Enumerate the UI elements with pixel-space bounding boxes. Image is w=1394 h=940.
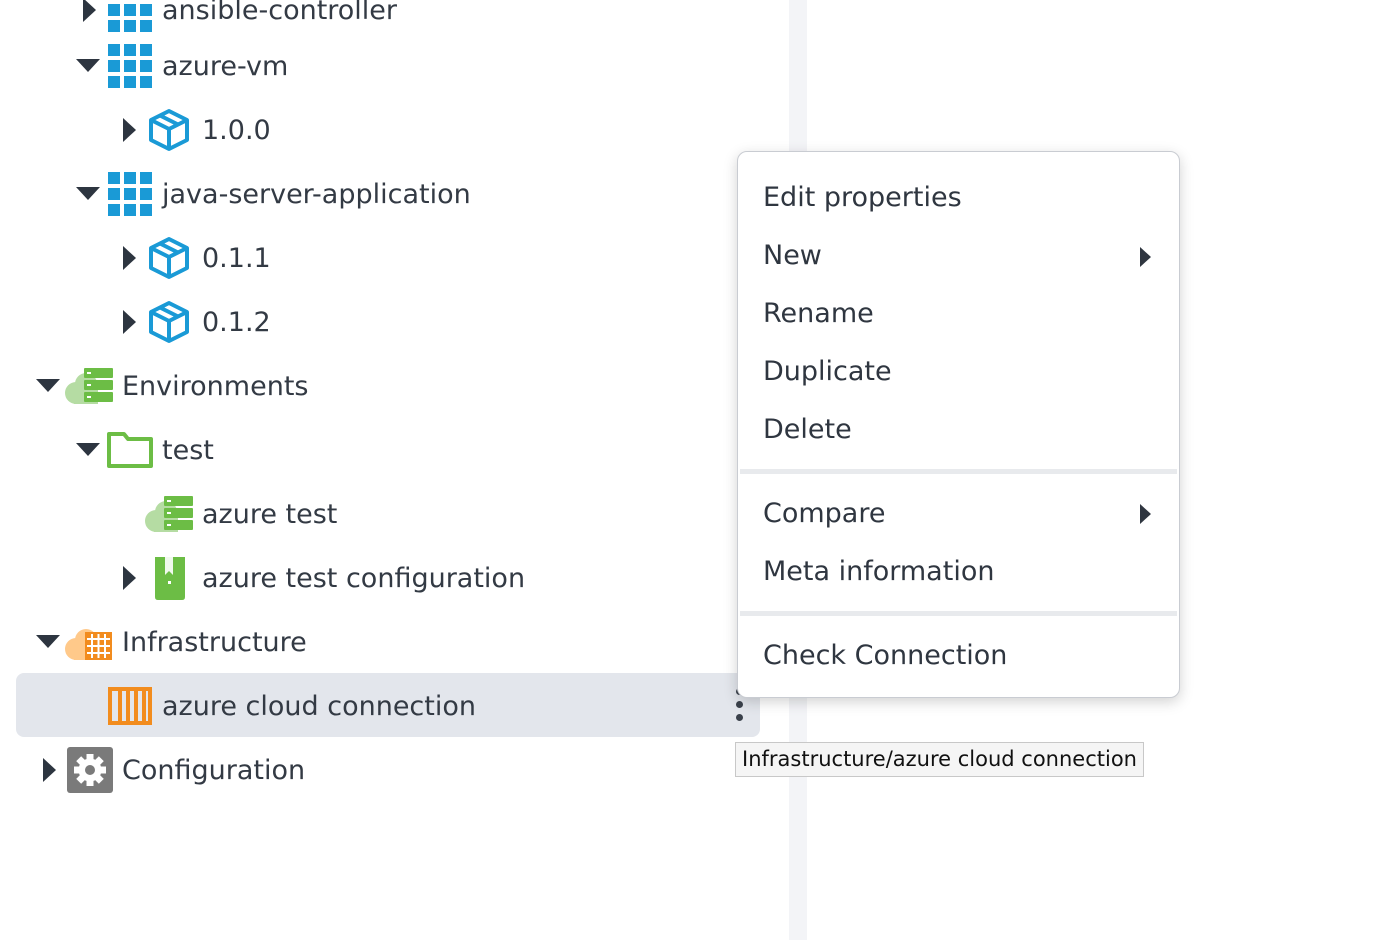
- expand-toggle[interactable]: [123, 246, 136, 270]
- context-menu: Edit properties New Rename Duplicate Del…: [737, 151, 1180, 698]
- menu-item-new[interactable]: New: [763, 240, 822, 271]
- tree-item-label: Environments: [122, 370, 309, 402]
- package-icon: [149, 301, 189, 343]
- tree-item-azure-test[interactable]: azure test: [0, 482, 760, 546]
- tree-item-label: java-server-application: [162, 178, 471, 210]
- tree-item-azure-cloud-connection[interactable]: azure cloud connection: [0, 674, 760, 738]
- menu-item-rename[interactable]: Rename: [763, 298, 874, 329]
- tree-item-version-0-1-1[interactable]: 0.1.1: [0, 226, 760, 290]
- project-tree: ansible-controller azure-vm 1.0.0 java-s…: [0, 0, 790, 940]
- tree-item-label: test: [162, 434, 214, 466]
- tree-item-label: ansible-controller: [162, 0, 398, 26]
- collapse-toggle[interactable]: [36, 635, 60, 648]
- tree-item-version-1-0-0[interactable]: 1.0.0: [0, 98, 760, 162]
- menu-item-check-connection[interactable]: Check Connection: [763, 640, 1007, 671]
- tree-item-label: Configuration: [122, 754, 306, 786]
- tree-item-label: azure-vm: [162, 50, 289, 82]
- menu-item-compare[interactable]: Compare: [763, 498, 885, 529]
- tree-item-java-server-application[interactable]: java-server-application: [0, 162, 760, 226]
- tree-item-infrastructure[interactable]: Infrastructure: [0, 610, 760, 674]
- infrastructure-cloud-icon: [65, 629, 112, 660]
- tree-item-label: 0.1.1: [202, 242, 271, 274]
- menu-item-meta-information[interactable]: Meta information: [763, 556, 994, 587]
- expand-toggle[interactable]: [123, 310, 136, 334]
- menu-separator: [740, 469, 1177, 474]
- tree-item-azure-test-configuration[interactable]: azure test configuration: [0, 546, 760, 610]
- menu-item-duplicate[interactable]: Duplicate: [763, 356, 892, 387]
- tree-item-test[interactable]: test: [0, 418, 760, 482]
- collapse-toggle[interactable]: [36, 379, 60, 392]
- expand-toggle[interactable]: [123, 118, 136, 142]
- tree-item-label: 0.1.2: [202, 306, 271, 338]
- package-icon: [149, 109, 189, 151]
- menu-separator: [740, 611, 1177, 616]
- expand-toggle[interactable]: [83, 0, 96, 22]
- gear-icon: [67, 747, 113, 793]
- collapse-toggle[interactable]: [76, 443, 100, 456]
- tree-item-environments[interactable]: Environments: [0, 354, 760, 418]
- menu-item-delete[interactable]: Delete: [763, 414, 852, 445]
- tree-item-label: azure test configuration: [202, 562, 526, 594]
- tree-item-label: azure cloud connection: [162, 690, 476, 722]
- tree-item-configuration[interactable]: Configuration: [0, 738, 760, 802]
- folder-icon: [107, 432, 153, 468]
- submenu-arrow-icon: [1140, 247, 1151, 267]
- expand-toggle[interactable]: [43, 758, 56, 782]
- environment-cloud-icon: [145, 496, 193, 532]
- expand-toggle[interactable]: [123, 566, 136, 590]
- tree-item-version-0-1-2[interactable]: 0.1.2: [0, 290, 760, 354]
- package-icon: [149, 237, 189, 279]
- collapse-toggle[interactable]: [76, 187, 100, 200]
- submenu-arrow-icon: [1140, 504, 1151, 524]
- tree-item-label: Infrastructure: [122, 626, 307, 658]
- grid-icon: [108, 44, 152, 88]
- bookmark-icon: [155, 557, 185, 600]
- tree-item-label: 1.0.0: [202, 114, 271, 146]
- path-tooltip: Infrastructure/azure cloud connection: [735, 742, 1144, 777]
- environment-cloud-icon: [65, 368, 113, 404]
- grid-icon: [108, 4, 152, 32]
- menu-item-edit-properties[interactable]: Edit properties: [763, 182, 962, 213]
- tree-item-label: azure test: [202, 498, 338, 530]
- cloud-connection-icon: [108, 687, 152, 725]
- collapse-toggle[interactable]: [76, 59, 100, 72]
- tree-item-azure-vm[interactable]: azure-vm: [0, 34, 760, 98]
- grid-icon: [108, 172, 152, 216]
